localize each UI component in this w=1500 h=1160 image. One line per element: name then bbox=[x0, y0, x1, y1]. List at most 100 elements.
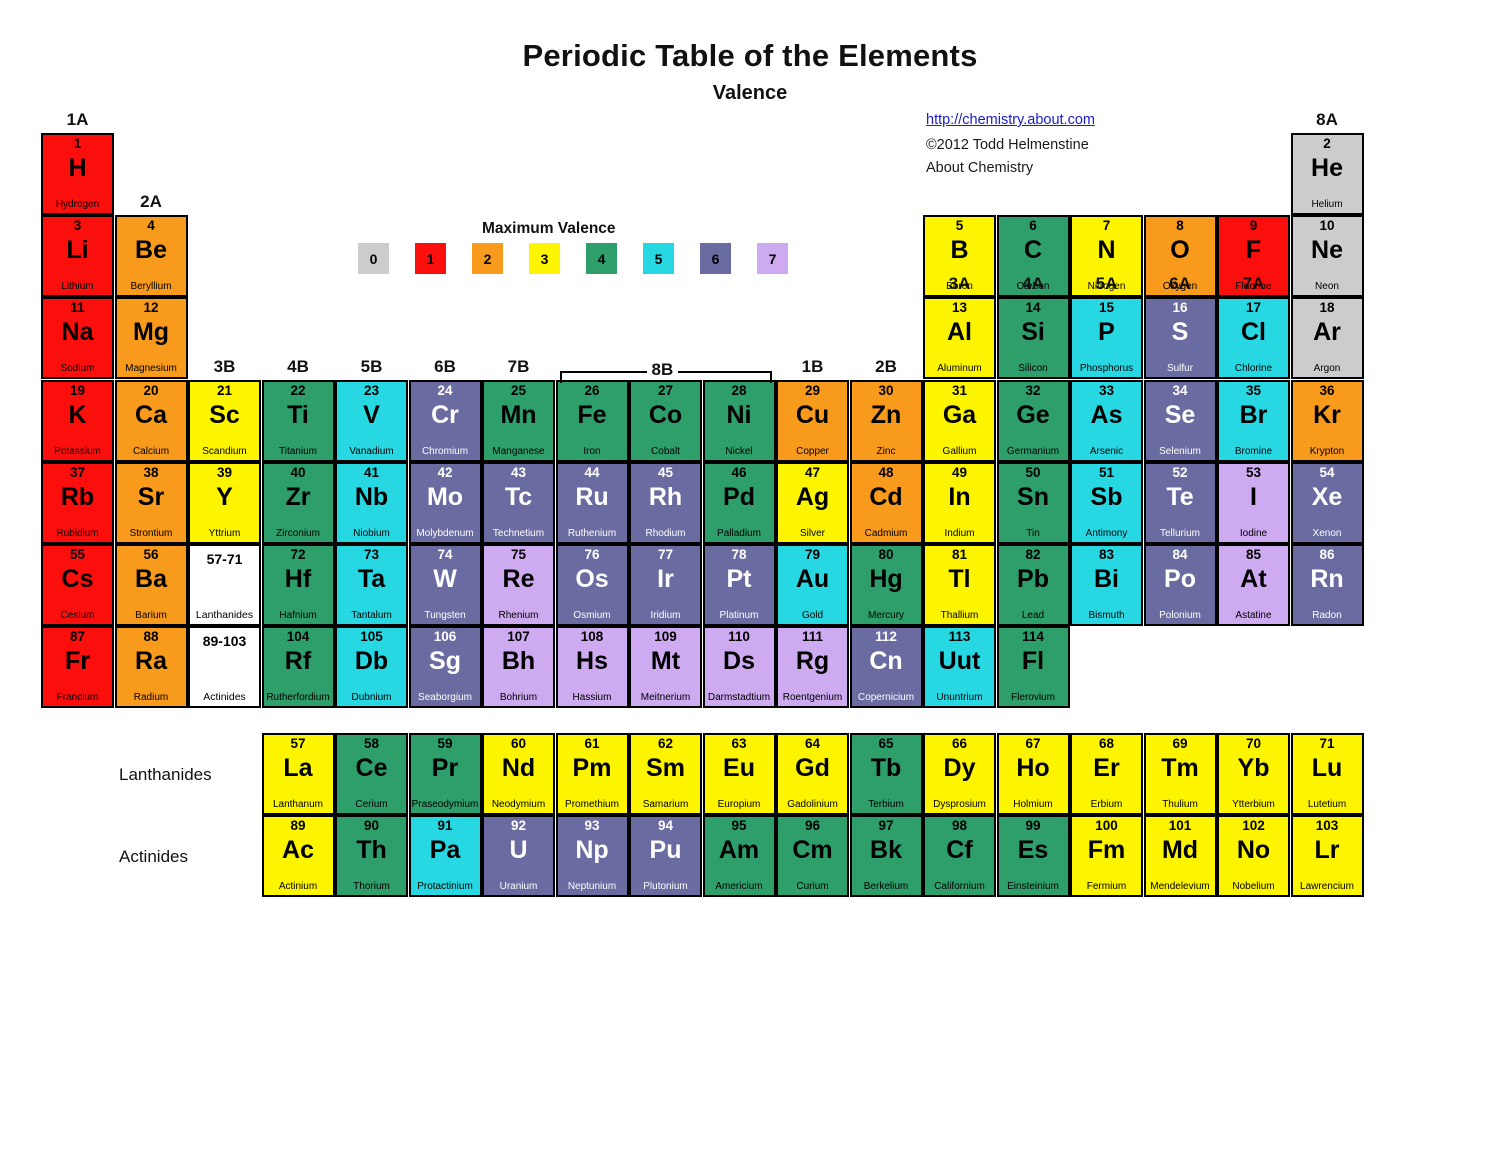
element-cell-uut[interactable]: 113 Uut Ununtrium bbox=[923, 626, 996, 708]
element-cell-br[interactable]: 35 Br Bromine bbox=[1217, 380, 1290, 462]
element-cell-li[interactable]: 3 Li Lithium bbox=[41, 215, 114, 297]
element-cell-zr[interactable]: 40 Zr Zirconium bbox=[261, 462, 335, 544]
element-cell-p[interactable]: 15 P Phosphorus bbox=[1070, 297, 1143, 379]
element-cell-ba[interactable]: 56 Ba Barium bbox=[114, 544, 188, 626]
element-cell-he[interactable]: 2 He Helium bbox=[1290, 133, 1364, 215]
element-cell-pd[interactable]: 46 Pd Palladium bbox=[702, 462, 776, 544]
element-cell-as[interactable]: 33 As Arsenic bbox=[1070, 380, 1143, 462]
element-cell-bk[interactable]: 97 Bk Berkelium bbox=[849, 815, 923, 897]
element-cell-ir[interactable]: 77 Ir Iridium bbox=[629, 544, 702, 626]
element-cell-ru[interactable]: 44 Ru Ruthenium bbox=[555, 462, 629, 544]
source-url-link[interactable]: http://chemistry.about.com bbox=[926, 112, 1095, 128]
element-cell-sc[interactable]: 21 Sc Scandium bbox=[188, 380, 261, 462]
element-cell-no[interactable]: 102 No Nobelium bbox=[1217, 815, 1290, 897]
element-cell-sr[interactable]: 38 Sr Strontium bbox=[114, 462, 188, 544]
element-cell-ne[interactable]: 10 Ne Neon bbox=[1290, 215, 1364, 297]
element-cell-pm[interactable]: 61 Pm Promethium bbox=[555, 733, 629, 815]
element-cell-yb[interactable]: 70 Yb Ytterbium bbox=[1217, 733, 1290, 815]
element-cell-sm[interactable]: 62 Sm Samarium bbox=[629, 733, 702, 815]
element-cell-se[interactable]: 34 Se Selenium bbox=[1143, 380, 1217, 462]
element-cell-i[interactable]: 53 I Iodine bbox=[1217, 462, 1290, 544]
element-cell-hg[interactable]: 80 Hg Mercury bbox=[849, 544, 923, 626]
element-cell-eu[interactable]: 63 Eu Europium bbox=[702, 733, 776, 815]
element-cell-cs[interactable]: 55 Cs Cesium bbox=[41, 544, 114, 626]
element-cell-gd[interactable]: 64 Gd Gadolinium bbox=[776, 733, 849, 815]
element-cell-ar[interactable]: 18 Ar Argon bbox=[1290, 297, 1364, 379]
element-cell-au[interactable]: 79 Au Gold bbox=[776, 544, 849, 626]
element-cell-lr[interactable]: 103 Lr Lawrencium bbox=[1290, 815, 1364, 897]
element-cell-mo[interactable]: 42 Mo Molybdenum bbox=[408, 462, 482, 544]
element-cell-ge[interactable]: 32 Ge Germanium bbox=[996, 380, 1070, 462]
element-cell-la[interactable]: 57 La Lanthanum bbox=[261, 733, 335, 815]
element-cell-h[interactable]: 1 H Hydrogen bbox=[41, 133, 114, 215]
element-cell-u[interactable]: 92 U Uranium bbox=[482, 815, 555, 897]
element-cell-ac[interactable]: 89 Ac Actinium bbox=[261, 815, 335, 897]
element-cell-db[interactable]: 105 Db Dubnium bbox=[335, 626, 408, 708]
element-cell-y[interactable]: 39 Y Yttrium bbox=[188, 462, 261, 544]
element-cell-pu[interactable]: 94 Pu Plutonium bbox=[629, 815, 702, 897]
element-cell-ra[interactable]: 88 Ra Radium bbox=[114, 626, 188, 708]
element-cell-ga[interactable]: 31 Ga Gallium bbox=[923, 380, 996, 462]
element-cell-na[interactable]: 11 Na Sodium bbox=[41, 297, 114, 379]
element-cell-hf[interactable]: 72 Hf Hafnium bbox=[261, 544, 335, 626]
element-cell-md[interactable]: 101 Md Mendelevium bbox=[1143, 815, 1217, 897]
element-cell-cu[interactable]: 29 Cu Copper bbox=[776, 380, 849, 462]
element-cell-cm[interactable]: 96 Cm Curium bbox=[776, 815, 849, 897]
element-cell-kr[interactable]: 36 Kr Krypton bbox=[1290, 380, 1364, 462]
element-cell-in[interactable]: 49 In Indium bbox=[923, 462, 996, 544]
element-cell-rg[interactable]: 111 Rg Roentgenium bbox=[776, 626, 849, 708]
element-cell-fl[interactable]: 114 Fl Flerovium bbox=[996, 626, 1070, 708]
element-cell-k[interactable]: 19 K Potassium bbox=[41, 380, 114, 462]
element-cell-w[interactable]: 74 W Tungsten bbox=[408, 544, 482, 626]
element-cell-ce[interactable]: 58 Ce Cerium bbox=[335, 733, 408, 815]
element-cell-ho[interactable]: 67 Ho Holmium bbox=[996, 733, 1070, 815]
element-cell-lu[interactable]: 71 Lu Lutetium bbox=[1290, 733, 1364, 815]
element-cell-sg[interactable]: 106 Sg Seaborgium bbox=[408, 626, 482, 708]
element-cell-re[interactable]: 75 Re Rhenium bbox=[482, 544, 555, 626]
element-cell-zn[interactable]: 30 Zn Zinc bbox=[849, 380, 923, 462]
element-cell-os[interactable]: 76 Os Osmium bbox=[555, 544, 629, 626]
element-cell-nd[interactable]: 60 Nd Neodymium bbox=[482, 733, 555, 815]
element-cell-bi[interactable]: 83 Bi Bismuth bbox=[1070, 544, 1143, 626]
element-cell-cl[interactable]: 17 Cl Chlorine bbox=[1217, 297, 1290, 379]
element-cell-xe[interactable]: 54 Xe Xenon bbox=[1290, 462, 1364, 544]
element-cell-te[interactable]: 52 Te Tellurium bbox=[1143, 462, 1217, 544]
element-cell-al[interactable]: 13 Al Aluminum bbox=[923, 297, 996, 379]
element-cell-pt[interactable]: 78 Pt Platinum bbox=[702, 544, 776, 626]
element-cell-dy[interactable]: 66 Dy Dysprosium bbox=[923, 733, 996, 815]
element-cell-v[interactable]: 23 V Vanadium bbox=[335, 380, 408, 462]
element-cell-tc[interactable]: 43 Tc Technetium bbox=[482, 462, 555, 544]
element-cell-s[interactable]: 16 S Sulfur bbox=[1143, 297, 1217, 379]
element-cell-ds[interactable]: 110 Ds Darmstadtium bbox=[702, 626, 776, 708]
element-cell-tl[interactable]: 81 Tl Thallium bbox=[923, 544, 996, 626]
element-cell-co[interactable]: 27 Co Cobalt bbox=[629, 380, 702, 462]
element-cell-sb[interactable]: 51 Sb Antimony bbox=[1070, 462, 1143, 544]
element-cell-ca[interactable]: 20 Ca Calcium bbox=[114, 380, 188, 462]
element-cell-sn[interactable]: 50 Sn Tin bbox=[996, 462, 1070, 544]
element-cell-bh[interactable]: 107 Bh Bohrium bbox=[482, 626, 555, 708]
element-cell-cd[interactable]: 48 Cd Cadmium bbox=[849, 462, 923, 544]
element-cell-np[interactable]: 93 Np Neptunium bbox=[555, 815, 629, 897]
element-cell-pa[interactable]: 91 Pa Protactinium bbox=[408, 815, 482, 897]
series-placeholder-actinides[interactable]: 89-103 Actinides bbox=[188, 626, 261, 708]
element-cell-fr[interactable]: 87 Fr Francium bbox=[41, 626, 114, 708]
element-cell-be[interactable]: 4 Be Beryllium bbox=[114, 215, 188, 297]
element-cell-mt[interactable]: 109 Mt Meitnerium bbox=[629, 626, 702, 708]
element-cell-rh[interactable]: 45 Rh Rhodium bbox=[629, 462, 702, 544]
element-cell-fm[interactable]: 100 Fm Fermium bbox=[1070, 815, 1143, 897]
element-cell-mn[interactable]: 25 Mn Manganese bbox=[482, 380, 555, 462]
element-cell-tm[interactable]: 69 Tm Thulium bbox=[1143, 733, 1217, 815]
element-cell-er[interactable]: 68 Er Erbium bbox=[1070, 733, 1143, 815]
element-cell-ti[interactable]: 22 Ti Titanium bbox=[261, 380, 335, 462]
element-cell-cf[interactable]: 98 Cf Californium bbox=[923, 815, 996, 897]
element-cell-si[interactable]: 14 Si Silicon bbox=[996, 297, 1070, 379]
element-cell-cn[interactable]: 112 Cn Copernicium bbox=[849, 626, 923, 708]
element-cell-nb[interactable]: 41 Nb Niobium bbox=[335, 462, 408, 544]
element-cell-rf[interactable]: 104 Rf Rutherfordium bbox=[261, 626, 335, 708]
element-cell-pb[interactable]: 82 Pb Lead bbox=[996, 544, 1070, 626]
element-cell-es[interactable]: 99 Es Einsteinium bbox=[996, 815, 1070, 897]
element-cell-rb[interactable]: 37 Rb Rubidium bbox=[41, 462, 114, 544]
element-cell-th[interactable]: 90 Th Thorium bbox=[335, 815, 408, 897]
element-cell-po[interactable]: 84 Po Polonium bbox=[1143, 544, 1217, 626]
series-placeholder-lanthanides[interactable]: 57-71 Lanthanides bbox=[188, 544, 261, 626]
